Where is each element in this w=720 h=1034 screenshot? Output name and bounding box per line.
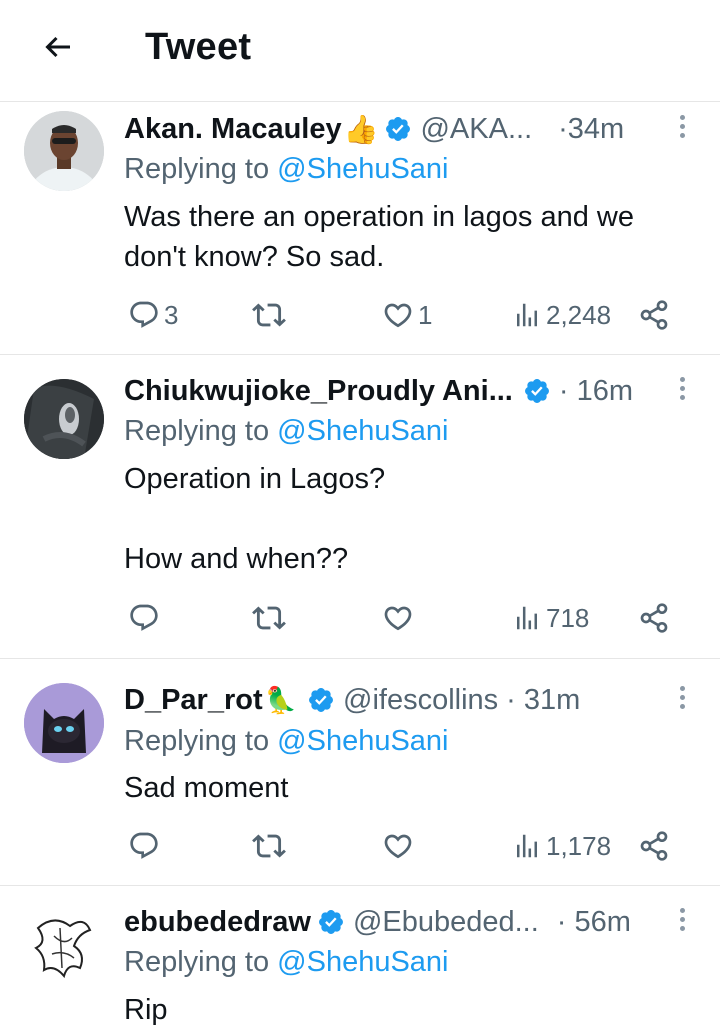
reply-button[interactable] xyxy=(128,598,160,638)
like-count: 1 xyxy=(418,299,433,330)
page-title: Tweet xyxy=(145,26,252,68)
tweet-card[interactable]: ebubededraw @Ebubeded... · 56m Replying … xyxy=(0,886,720,1034)
more-options-icon[interactable] xyxy=(678,115,686,138)
display-name[interactable]: Akan. Macauley xyxy=(124,113,342,146)
display-name[interactable]: Chiukwujioke_Proudly Ani... xyxy=(124,375,513,408)
tweet-actions: 3 1 2,248 xyxy=(124,295,684,335)
replying-to: Replying to @ShehuSani xyxy=(124,415,449,448)
mention-link[interactable]: @ShehuSani xyxy=(277,946,448,978)
verified-badge-icon xyxy=(384,115,412,143)
reply-button[interactable] xyxy=(128,826,160,866)
avatar-image xyxy=(24,111,104,191)
replying-to-label: Replying to xyxy=(124,946,270,978)
thumbs-up-emoji: 👍 xyxy=(343,113,379,145)
like-button[interactable] xyxy=(382,826,414,866)
view-count: 1,178 xyxy=(546,830,612,861)
avatar[interactable] xyxy=(24,683,104,763)
avatar-image xyxy=(24,683,104,763)
share-icon xyxy=(640,831,668,861)
mention-link[interactable]: @ShehuSani xyxy=(277,415,448,447)
mention-link[interactable]: @ShehuSani xyxy=(277,725,448,757)
like-button[interactable] xyxy=(382,598,414,638)
views-button[interactable]: 718 xyxy=(512,598,589,638)
replying-to: Replying to @ShehuSani xyxy=(124,946,449,979)
back-button[interactable] xyxy=(36,27,80,67)
views-button[interactable]: 2,248 xyxy=(512,295,611,335)
share-button[interactable] xyxy=(638,826,670,866)
verified-badge-icon xyxy=(317,908,345,936)
reply-button[interactable]: 3 xyxy=(128,295,178,335)
retweet-icon xyxy=(252,303,286,327)
tweet-text: Operation in Lagos? How and when?? xyxy=(124,463,386,575)
share-button[interactable] xyxy=(638,295,670,335)
tweet-header: ebubededraw @Ebubeded... · 56m xyxy=(124,904,664,940)
replying-to: Replying to @ShehuSani xyxy=(124,725,449,758)
retweet-icon xyxy=(252,606,286,630)
verified-badge-icon xyxy=(523,377,551,405)
tweet-actions: 1,178 xyxy=(124,826,684,866)
user-handle[interactable]: @ifescollins xyxy=(343,684,498,717)
verified-badge-icon xyxy=(307,686,335,714)
heart-icon xyxy=(384,303,412,328)
timestamp[interactable]: · 56m xyxy=(557,906,631,939)
timestamp[interactable]: ·34m xyxy=(558,113,624,146)
avatar[interactable] xyxy=(24,379,104,459)
replying-to-label: Replying to xyxy=(124,725,270,757)
views-chart-icon xyxy=(517,303,537,327)
parrot-emoji: 🦜 xyxy=(264,684,297,715)
reply-icon xyxy=(130,301,158,328)
display-name[interactable]: D_Par_rot xyxy=(124,684,263,717)
share-icon xyxy=(640,603,668,633)
user-handle[interactable]: @AKA... xyxy=(420,113,532,146)
tweet-actions: 718 xyxy=(124,598,684,638)
retweet-button[interactable] xyxy=(252,598,286,638)
tweet-card[interactable]: Akan. Macauley 👍 @AKA... ·34m Replying t… xyxy=(0,103,720,355)
more-options-icon[interactable] xyxy=(678,377,686,400)
like-button[interactable]: 1 xyxy=(382,295,432,335)
replying-to-label: Replying to xyxy=(124,153,270,185)
tweet-text: Rip xyxy=(124,994,168,1026)
timestamp[interactable]: · 31m xyxy=(506,684,580,717)
heart-icon xyxy=(384,834,412,859)
back-arrow-icon xyxy=(45,36,70,58)
mention-link[interactable]: @ShehuSani xyxy=(277,153,448,185)
replying-to-label: Replying to xyxy=(124,415,270,447)
tweet-header: Chiukwujioke_Proudly Ani... · 16m xyxy=(124,373,664,409)
more-options-icon[interactable] xyxy=(678,908,686,931)
retweet-button[interactable] xyxy=(252,295,286,335)
avatar-image xyxy=(24,379,104,459)
tweet-header: D_Par_rot 🦜 @ifescollins · 31m xyxy=(124,682,664,718)
top-bar: Tweet xyxy=(0,0,720,102)
heart-icon xyxy=(384,606,412,631)
more-options-icon[interactable] xyxy=(678,686,686,709)
reply-count: 3 xyxy=(164,299,179,330)
tweet-card[interactable]: Chiukwujioke_Proudly Ani... · 16m Replyi… xyxy=(0,355,720,659)
views-button[interactable]: 1,178 xyxy=(512,826,611,866)
view-count: 2,248 xyxy=(546,299,612,330)
retweet-icon xyxy=(252,834,286,858)
timestamp[interactable]: · 16m xyxy=(559,375,633,408)
share-icon xyxy=(640,300,668,330)
views-chart-icon xyxy=(517,606,537,630)
view-count: 718 xyxy=(546,602,590,633)
share-button[interactable] xyxy=(638,598,670,638)
avatar[interactable] xyxy=(24,111,104,191)
tweet-card[interactable]: D_Par_rot 🦜 @ifescollins · 31m Replying … xyxy=(0,659,720,886)
tweet-text: Was there an operation in lagos and we d… xyxy=(124,201,634,273)
tweet-header: Akan. Macauley 👍 @AKA... ·34m xyxy=(124,111,664,147)
reply-icon xyxy=(130,604,158,631)
tweet-text: Sad moment xyxy=(124,772,289,804)
user-handle[interactable]: @Ebubeded... xyxy=(353,906,539,939)
reply-icon xyxy=(130,832,158,859)
views-chart-icon xyxy=(517,834,537,858)
display-name[interactable]: ebubededraw xyxy=(124,906,311,939)
avatar[interactable] xyxy=(24,906,104,986)
avatar-image xyxy=(24,906,104,986)
retweet-button[interactable] xyxy=(252,826,286,866)
replying-to: Replying to @ShehuSani xyxy=(124,153,449,186)
